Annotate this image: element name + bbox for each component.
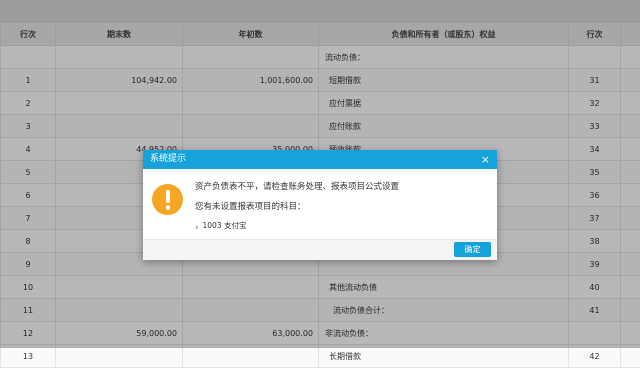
dialog-footer: 确定 <box>143 239 497 260</box>
warning-icon <box>152 184 183 215</box>
close-icon[interactable]: × <box>481 150 490 169</box>
unset-account-item: ，1003 支付宝 <box>195 220 246 231</box>
system-prompt-dialog: 系统提示 × 资产负债表不平，请检查账务处理、报表项目公式设置 您有未设置报表项… <box>143 150 497 260</box>
dialog-header: 系统提示 × <box>143 150 497 169</box>
dialog-sub-message: 您有未设置报表项目的科目： <box>195 200 306 212</box>
dialog-message: 资产负债表不平，请检查账务处理、报表项目公式设置 <box>195 180 399 192</box>
dialog-title: 系统提示 <box>150 154 186 164</box>
confirm-button[interactable]: 确定 <box>454 242 491 257</box>
